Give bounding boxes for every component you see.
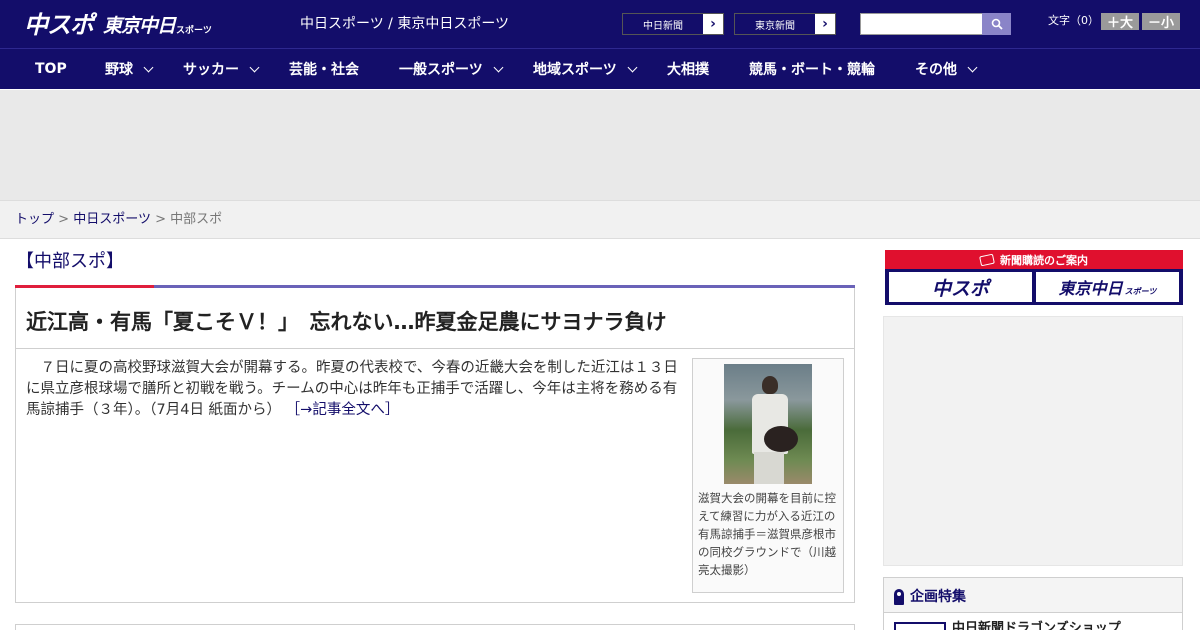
nav-item-label: 一般スポーツ xyxy=(399,62,483,78)
breadcrumb: トップ > 中日スポーツ > 中部スポ xyxy=(15,212,222,228)
chunichi-shimbun-link[interactable]: 中日新聞 › xyxy=(622,13,724,35)
article-top-accent xyxy=(15,285,154,288)
nav-item-general-sports[interactable]: 一般スポーツ xyxy=(399,49,504,89)
photo-caption: 滋賀大会の開幕を目前に控えて練習に力が入る近江の有馬諒捕手＝滋賀県彦根市の同校グ… xyxy=(698,491,836,577)
nav-item-label: 野球 xyxy=(105,62,133,78)
photo-catcher-mitt xyxy=(764,426,798,452)
article-summary: ７日に夏の高校野球滋賀大会が開幕する。昨夏の代表校で、今春の近畿大会を制した近江… xyxy=(26,358,684,421)
nav-item-other[interactable]: その他 xyxy=(915,49,978,89)
subscription-banner[interactable]: 新聞購読のご案内 中スポ 東京中日 スポーツ xyxy=(885,250,1183,305)
feature-item-dragons-shop[interactable]: 中日新聞ドラゴンズショップ xyxy=(952,621,1121,630)
search-button[interactable] xyxy=(982,13,1011,35)
article-photo[interactable] xyxy=(724,364,812,484)
breadcrumb-item-current: 中部スポ xyxy=(170,212,223,227)
nav-item-sumo[interactable]: 大相撲 xyxy=(667,49,709,89)
chuspo-subscribe-logo[interactable]: 中スポ xyxy=(889,272,1032,302)
ticket-icon xyxy=(979,253,995,266)
nav-item-label: TOP xyxy=(35,61,67,77)
feature-title: 企画特集 xyxy=(894,588,966,606)
main-nav: TOP 野球 サッカー 芸能・社会 一般スポーツ 地域スポーツ 大相撲 競馬・ボ… xyxy=(0,48,1200,89)
photo-player-legs xyxy=(754,452,784,484)
tokyo-chunichi-subscribe-logo[interactable]: 東京中日 スポーツ xyxy=(1036,272,1179,302)
font-size-label: 文字（0） xyxy=(1048,14,1099,27)
logo-tokyo-chunichi: 東京中日 xyxy=(103,15,176,37)
search-icon xyxy=(991,18,1003,30)
nav-item-soccer[interactable]: サッカー xyxy=(183,49,260,89)
tokyo-shimbun-link[interactable]: 東京新聞 › xyxy=(734,13,836,35)
nav-item-label: 地域スポーツ xyxy=(533,62,617,78)
tokyo-chunichi-logo-sub: スポーツ xyxy=(1124,286,1157,296)
nav-item-label: その他 xyxy=(915,62,957,78)
read-full-article-link[interactable]: ［→記事全文へ］ xyxy=(286,402,400,418)
chevron-down-icon xyxy=(493,62,504,72)
logo-chuspo: 中スポ xyxy=(24,11,94,39)
ribbon-icon xyxy=(894,589,904,605)
chevron-down-icon xyxy=(967,62,978,72)
feature-box: 企画特集 中日新聞ドラゴンズショップ xyxy=(883,577,1183,630)
feature-thumbnail[interactable] xyxy=(894,622,946,630)
nav-item-top[interactable]: TOP xyxy=(35,49,67,89)
nav-item-label: 競馬・ボート・競輪 xyxy=(749,62,875,78)
feature-list: 中日新聞ドラゴンズショップ xyxy=(884,613,1182,630)
breadcrumb-separator: > xyxy=(155,212,166,227)
top-ad-area xyxy=(0,90,1200,200)
site-logo[interactable]: 中スポ 東京中日 スポーツ xyxy=(24,8,212,40)
nav-item-racing[interactable]: 競馬・ボート・競輪 xyxy=(749,49,875,89)
chunichi-shimbun-label: 中日新聞 xyxy=(623,14,703,34)
article-card: 近江高・有馬「夏こそＶ！」 忘れない…昨夏金足農にサヨナラ負け ７日に夏の高校野… xyxy=(15,285,855,603)
chevron-down-icon xyxy=(627,62,638,72)
tokyo-chunichi-logo-text: 東京中日 xyxy=(1058,279,1123,298)
nav-item-label: 芸能・社会 xyxy=(289,62,359,78)
tokyo-shimbun-label: 東京新聞 xyxy=(735,14,815,34)
nav-item-label: サッカー xyxy=(183,62,239,78)
font-larger-button[interactable]: ＋大 xyxy=(1101,13,1139,31)
next-article-card xyxy=(15,624,855,630)
divider xyxy=(16,348,854,349)
section-title: 【中部スポ】 xyxy=(16,251,124,272)
chevron-down-icon xyxy=(143,62,154,72)
nav-item-regional-sports[interactable]: 地域スポーツ xyxy=(533,49,638,89)
breadcrumb-item-chunichi-sports[interactable]: 中日スポーツ xyxy=(73,212,151,227)
nav-item-label: 大相撲 xyxy=(667,62,709,78)
chevron-right-icon: › xyxy=(710,16,716,32)
chuspo-logo-text: 中スポ xyxy=(931,277,989,300)
sidebar-ad-area xyxy=(883,316,1183,566)
photo-player-head xyxy=(762,376,778,394)
breadcrumb-separator: > xyxy=(58,212,70,227)
top-header: 中スポ 東京中日 スポーツ 中日スポーツ / 東京中日スポーツ 中日新聞 › 東… xyxy=(0,0,1200,48)
chevron-right-icon: › xyxy=(822,16,828,32)
nav-item-baseball[interactable]: 野球 xyxy=(105,49,154,89)
article-photo-box: 滋賀大会の開幕を目前に控えて練習に力が入る近江の有馬諒捕手＝滋賀県彦根市の同校グ… xyxy=(692,358,844,593)
article-top-border xyxy=(15,285,855,288)
font-smaller-button[interactable]: －小 xyxy=(1142,13,1180,31)
article-headline[interactable]: 近江高・有馬「夏こそＶ！」 忘れない…昨夏金足農にサヨナラ負け xyxy=(26,308,667,336)
subscription-banner-header: 新聞購読のご案内 xyxy=(885,250,1183,269)
nav-item-entertainment[interactable]: 芸能・社会 xyxy=(289,49,359,89)
breadcrumb-bar: トップ > 中日スポーツ > 中部スポ xyxy=(0,200,1200,239)
chevron-down-icon xyxy=(249,62,260,72)
logo-tokyo-sub: スポーツ xyxy=(176,26,212,36)
site-tagline: 中日スポーツ / 東京中日スポーツ xyxy=(300,16,510,32)
search-input[interactable] xyxy=(860,13,983,35)
breadcrumb-item-top[interactable]: トップ xyxy=(15,212,54,227)
subscription-banner-label: 新聞購読のご案内 xyxy=(1000,253,1088,267)
feature-title-label: 企画特集 xyxy=(910,589,966,605)
